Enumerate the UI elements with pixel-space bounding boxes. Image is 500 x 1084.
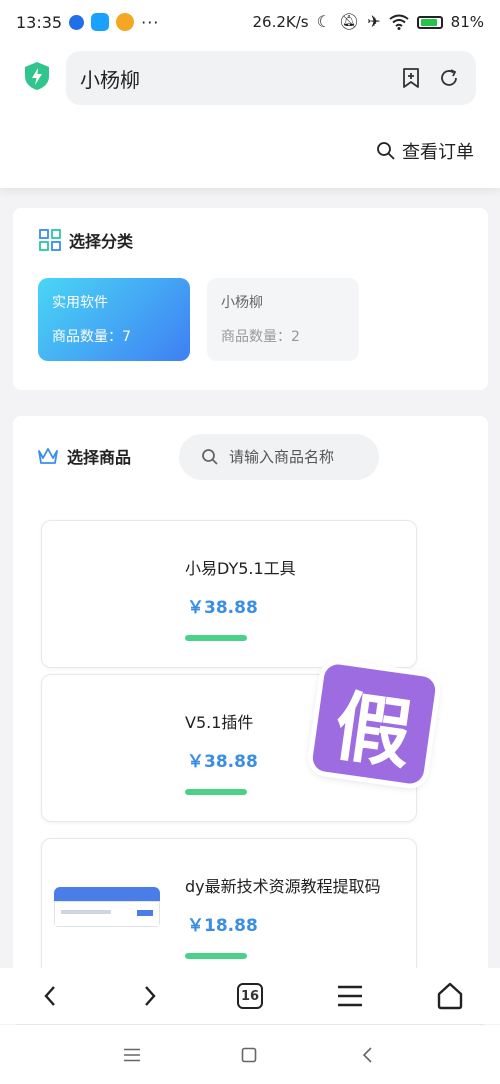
add-bookmark-icon[interactable]	[400, 67, 422, 89]
category-tile-practical-software[interactable]: 实用软件 商品数量：7	[38, 278, 190, 361]
url-field[interactable]: 小杨柳	[66, 51, 476, 105]
search-icon	[202, 449, 218, 465]
category-grid-icon	[39, 229, 61, 251]
view-orders-label: 查看订单	[402, 142, 474, 163]
menu-icon	[338, 985, 362, 1007]
back-triangle-icon	[362, 1047, 372, 1063]
mute-icon: 🔕︎	[338, 12, 360, 31]
product-price: ￥18.88	[187, 916, 258, 936]
weibo-notification-icon	[116, 13, 135, 31]
site-title: 小杨柳	[80, 68, 140, 92]
product-search-input[interactable]	[229, 448, 369, 466]
product-price: ￥38.88	[187, 752, 258, 772]
tabs-button[interactable]: 16	[234, 980, 266, 1012]
network-speed: 26.2K/s	[252, 13, 309, 31]
product-search[interactable]	[179, 434, 379, 480]
product-title: 小易DY5.1工具	[185, 559, 296, 578]
airplane-icon: ✈	[367, 12, 381, 31]
chevron-left-icon	[44, 986, 55, 1006]
home-icon	[437, 982, 463, 1010]
status-bar: 13:35 ··· 26.2K/s ☾ 🔕︎ ✈ 81%	[0, 0, 500, 44]
tab-count: 16	[237, 983, 263, 1009]
product-item[interactable]: dy最新技术资源教程提取码 ￥18.88	[41, 838, 417, 986]
category-name: 实用软件	[52, 295, 108, 311]
status-time: 13:35	[16, 12, 63, 32]
browser-address-bar: 小杨柳	[0, 44, 500, 116]
menu-button[interactable]	[334, 980, 366, 1012]
system-back-button[interactable]	[355, 1043, 379, 1067]
more-notifications-icon: ···	[141, 12, 160, 32]
product-heading: 选择商品	[37, 444, 131, 468]
recent-apps-button[interactable]	[120, 1043, 144, 1067]
crown-icon	[38, 448, 58, 464]
category-section: 选择分类 实用软件 商品数量：7 小杨柳 商品数量：2	[13, 208, 488, 390]
browser-bottom-nav: 16	[0, 968, 500, 1024]
wifi-icon	[389, 14, 409, 30]
moon-icon: ☾	[316, 12, 331, 31]
category-count: 商品数量：7	[52, 329, 131, 345]
app-notification-icon	[91, 13, 110, 31]
category-name: 小杨柳	[221, 295, 263, 311]
stock-progress-bar	[185, 635, 247, 641]
home-button[interactable]	[434, 980, 466, 1012]
product-title: V5.1插件	[185, 713, 254, 732]
product-title: dy最新技术资源教程提取码	[185, 877, 381, 896]
forward-button[interactable]	[134, 980, 166, 1012]
system-home-button[interactable]	[237, 1043, 261, 1067]
battery-level: 81%	[450, 13, 484, 31]
app-notification-icon	[69, 14, 85, 30]
category-tile-xiaoyangliu[interactable]: 小杨柳 商品数量：2	[207, 278, 359, 361]
product-thumbnail	[54, 887, 160, 927]
stock-progress-bar	[185, 789, 247, 795]
product-item[interactable]: 小易DY5.1工具 ￥38.88	[41, 520, 417, 668]
product-heading-label: 选择商品	[67, 448, 132, 467]
recent-apps-icon	[124, 1048, 140, 1062]
page-header: 查看订单	[0, 116, 500, 188]
square-icon	[241, 1047, 257, 1063]
stock-progress-bar	[185, 953, 247, 959]
category-heading: 选择分类	[39, 228, 133, 252]
category-count: 商品数量：2	[221, 329, 300, 345]
view-orders-link[interactable]: 查看订单	[376, 138, 474, 164]
fake-watermark-stamp: 假	[311, 662, 437, 786]
reload-icon[interactable]	[438, 67, 460, 89]
chevron-right-icon	[145, 986, 156, 1006]
search-icon	[377, 142, 395, 160]
battery-icon	[416, 15, 443, 29]
back-button[interactable]	[34, 980, 66, 1012]
product-price: ￥38.88	[187, 598, 258, 618]
category-heading-label: 选择分类	[69, 232, 134, 251]
shield-icon[interactable]	[24, 61, 50, 91]
system-nav-bar	[0, 1025, 500, 1084]
